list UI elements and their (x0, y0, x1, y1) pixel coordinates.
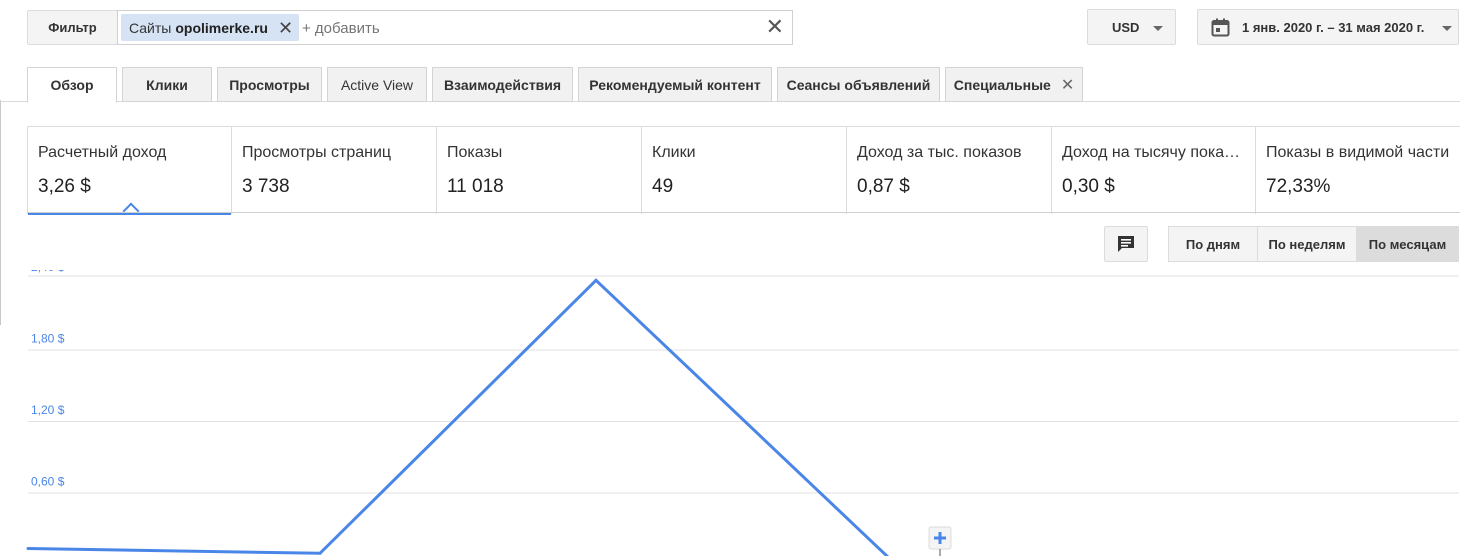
filter-add-input[interactable] (302, 20, 602, 37)
filter-chip-value: opolimerke.ru (175, 19, 268, 36)
scorecard-value: 11 018 (447, 176, 504, 197)
comment-icon (1118, 236, 1134, 252)
y-tick-label: 2,40 $ (31, 270, 65, 274)
granularity-weekly-button[interactable]: По неделям (1257, 226, 1357, 262)
data-point (318, 551, 322, 555)
scorecard-label: Расчетный доход (38, 144, 167, 161)
scorecards: Расчетный доход 3,26 $ Просмотры страниц… (27, 126, 1460, 220)
scorecards-divider (27, 212, 1460, 213)
clear-filter-icon[interactable]: ✕ (766, 16, 784, 38)
date-range-picker[interactable]: 1 янв. 2020 г. – 31 мая 2020 г. (1197, 9, 1459, 45)
chart-grid (28, 275, 1459, 494)
granularity-toggle: По дням По неделям По месяцам (1168, 226, 1459, 262)
scorecard-viewability[interactable]: Показы в видимой части 72,33% (1256, 127, 1460, 214)
data-point (26, 547, 30, 550)
scorecard-value: 0,87 $ (857, 176, 910, 197)
scorecard-label: Просмотры страниц (242, 144, 392, 161)
tab-active-view[interactable]: Active View (327, 67, 427, 102)
chart-points (26, 278, 598, 555)
scorecard-page-views[interactable]: Просмотры страниц 3 738 (232, 127, 437, 214)
close-icon[interactable]: ✕ (1061, 75, 1074, 95)
y-axis-ticks: 0,60 $ 1,20 $ 1,80 $ 2,40 $ (31, 270, 65, 488)
tab-custom[interactable]: Специальные ✕ (945, 67, 1083, 102)
scorecard-estimated-earnings[interactable]: Расчетный доход 3,26 $ (28, 127, 232, 220)
add-annotation-marker[interactable] (928, 526, 952, 556)
scorecard-impressions[interactable]: Показы 11 018 (437, 127, 642, 214)
scorecard-impression-rpm[interactable]: Доход за тыс. показов 0,87 $ (847, 127, 1052, 214)
tab-custom-label: Специальные (953, 76, 1051, 93)
currency-dropdown[interactable]: USD (1087, 9, 1176, 45)
scorecard-value: 0,30 $ (1062, 176, 1115, 197)
calendar-icon (1211, 18, 1230, 37)
scorecard-page-rpm[interactable]: Доход на тысячу показов 0,30 $ (1052, 127, 1256, 214)
currency-label: USD (1112, 19, 1140, 35)
active-indicator (122, 202, 140, 220)
scorecard-value: 49 (652, 176, 674, 197)
chevron-down-icon (1153, 26, 1163, 31)
tab-overview[interactable]: Обзор (27, 67, 117, 103)
granularity-monthly-button[interactable]: По месяцам (1356, 226, 1459, 262)
y-tick-label: 1,20 $ (31, 403, 65, 417)
filter-chip-prefix: Сайты (129, 19, 172, 36)
series-line (27, 278, 890, 556)
scorecard-label: Клики (652, 144, 696, 161)
tab-interactions[interactable]: Взаимодействия (432, 67, 573, 102)
annotation-button[interactable] (1104, 226, 1148, 262)
filter-chip[interactable]: Сайты opolimerke.ru ✕ (121, 14, 300, 41)
scorecard-value: 72,33% (1266, 176, 1331, 197)
chip-remove-icon[interactable]: ✕ (278, 19, 293, 37)
y-tick-label: 1,80 $ (31, 331, 65, 345)
scorecard-label: Показы (447, 144, 503, 161)
earnings-chart: 0,60 $ 1,20 $ 1,80 $ 2,40 $ (26, 270, 1459, 556)
tab-clicks[interactable]: Клики (122, 67, 212, 102)
scorecard-label: Доход за тыс. показов (857, 144, 1022, 161)
granularity-daily-button[interactable]: По дням (1168, 226, 1258, 262)
scorecard-label: Показы в видимой части (1266, 144, 1450, 161)
tab-views[interactable]: Просмотры (217, 67, 322, 102)
filter-field[interactable]: Сайты opolimerke.ru ✕ ✕ (117, 10, 793, 45)
tab-recommended-content[interactable]: Рекомендуемый контент (578, 67, 772, 102)
scorecard-value: 3,26 $ (38, 176, 91, 197)
chevron-down-icon (1442, 26, 1452, 31)
tab-ad-sessions[interactable]: Сеансы объявлений (777, 67, 940, 102)
scorecard-label: Доход на тысячу показов (1062, 144, 1244, 161)
y-tick-label: 0,60 $ (31, 474, 65, 488)
date-range-label: 1 янв. 2020 г. – 31 мая 2020 г. (1242, 19, 1425, 35)
data-point (594, 278, 598, 282)
scorecard-clicks[interactable]: Клики 49 (642, 127, 847, 214)
scorecard-value: 3 738 (242, 176, 290, 197)
filter-button[interactable]: Фильтр (27, 10, 118, 45)
